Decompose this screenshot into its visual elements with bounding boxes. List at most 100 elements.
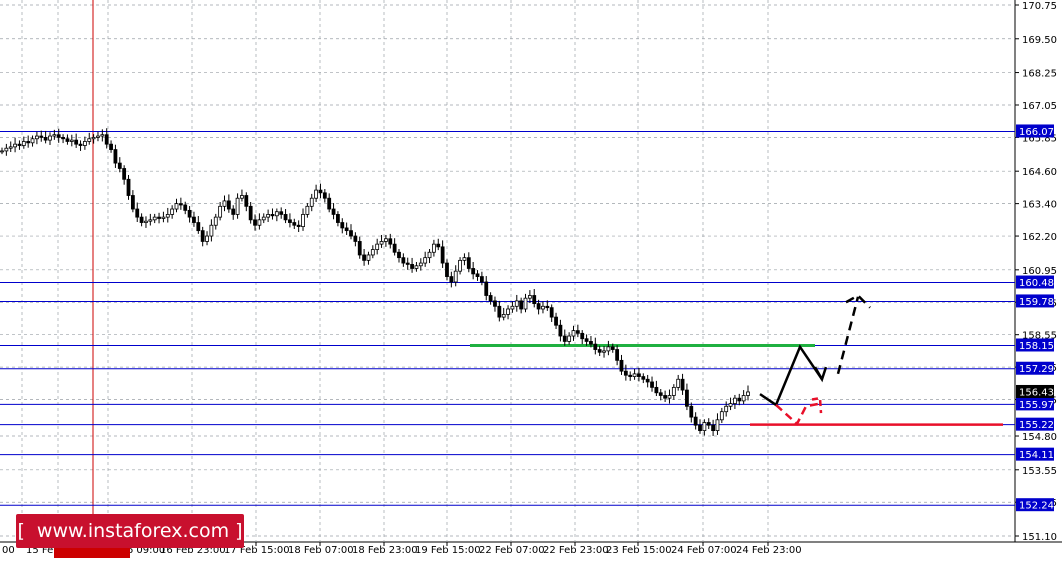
candle-bullish: [523, 297, 528, 310]
candle-bearish: [39, 135, 44, 138]
candle-bearish: [737, 397, 742, 402]
candle-bearish: [65, 138, 70, 142]
candle-bearish: [322, 192, 327, 199]
candle-bullish: [462, 257, 467, 261]
time-tick-label: 18 Feb 23:00: [352, 545, 418, 556]
candle-bearish: [698, 424, 702, 432]
candle-bullish: [218, 205, 223, 218]
price-axis: 170.75169.50168.25167.05165.85164.60163.…: [1015, 1, 1057, 543]
candle-bullish: [205, 235, 209, 242]
candle-bearish: [519, 300, 524, 310]
forecast-path-extension: [836, 296, 860, 375]
candle-bullish: [165, 214, 170, 218]
candle-bullish: [715, 419, 720, 432]
candle-bearish: [575, 330, 580, 334]
candle-bullish: [222, 200, 227, 207]
candle-bullish: [96, 135, 100, 138]
grid-lines: [0, 0, 1062, 543]
price-tick-label: 167.05: [1022, 101, 1057, 112]
candle-bullish: [702, 422, 707, 432]
candle-bullish: [0, 150, 4, 153]
candle-bearish: [248, 205, 253, 221]
candle-bearish: [711, 424, 715, 432]
candle-bearish: [401, 257, 406, 264]
candle-bullish: [69, 139, 74, 142]
candle-bearish: [157, 216, 161, 219]
candle-bearish: [545, 305, 550, 309]
candle-bullish: [170, 208, 175, 215]
candle-bullish: [567, 335, 572, 342]
candle-bearish: [122, 168, 127, 180]
candle-bearish: [109, 143, 113, 150]
candle-bearish: [104, 134, 109, 145]
candle-bullish: [741, 395, 746, 402]
candle-bearish: [493, 300, 497, 307]
candle-bearish: [318, 189, 323, 194]
time-tick-label: 22 Feb 07:00: [479, 545, 545, 556]
candle-bearish: [549, 307, 554, 318]
candle-bearish: [471, 268, 476, 275]
candle-bullish: [571, 330, 576, 337]
candle-bullish: [370, 249, 375, 256]
candle-bullish: [8, 146, 13, 149]
candle-bearish: [558, 324, 563, 337]
candle-bearish: [135, 208, 140, 218]
price-tick-label: 151.10: [1022, 532, 1057, 543]
candle-bullish: [453, 270, 458, 283]
candle-bullish: [148, 219, 153, 222]
price-tick-label: 170.75: [1022, 1, 1057, 12]
candle-bullish: [274, 211, 279, 217]
candle-bearish: [43, 137, 48, 141]
candle-bullish: [418, 262, 423, 267]
candle-bullish: [152, 216, 157, 221]
candle-bullish: [52, 134, 57, 137]
time-tick-label: 23 Feb 15:00: [606, 545, 672, 556]
candle-bearish: [78, 143, 83, 146]
instaforex-watermark[interactable]: [ www.instaforex.com ]: [16, 514, 244, 548]
candle-bearish: [650, 381, 654, 388]
candle-bullish: [375, 243, 380, 250]
level-badge-label: 159.78: [1019, 297, 1054, 308]
time-tick-label: 22 Feb 23:00: [543, 545, 609, 556]
candle-bullish: [606, 346, 611, 352]
candle-bullish: [4, 147, 9, 152]
level-badge-label: 160.48: [1019, 278, 1054, 289]
time-tick-label: 00: [2, 545, 15, 556]
candle-bearish: [183, 204, 188, 211]
candle-bearish: [296, 224, 301, 227]
candle-bullish: [174, 203, 179, 210]
candle-bearish: [226, 200, 231, 210]
candle-bullish: [384, 238, 388, 242]
level-badge-label: 155.22: [1019, 420, 1054, 431]
candle-bearish: [593, 343, 598, 350]
candle-bullish: [257, 219, 262, 226]
candle-bullish: [667, 395, 672, 399]
current-price-label: 156.43: [1019, 387, 1054, 398]
candle-bearish: [331, 208, 336, 215]
candle-bearish: [288, 219, 292, 223]
candle-bullish: [427, 251, 432, 259]
candle-bearish: [196, 222, 201, 232]
candle-bearish: [645, 378, 650, 383]
candle-bullish: [305, 205, 310, 215]
candle-bearish: [74, 139, 79, 145]
candle-bearish: [680, 378, 685, 391]
candle-bearish: [388, 238, 393, 245]
candle-bearish: [466, 257, 471, 269]
candle-bearish: [17, 143, 22, 146]
candle-bullish: [48, 135, 52, 141]
price-chart[interactable]: 170.75 169.50 168.25 167.05 165.85 164.60 163.…: [0, 0, 1062, 564]
level-badge-label: 166.07: [1019, 127, 1054, 138]
price-tick-label: 160.95: [1022, 266, 1057, 277]
forecast-path-primary: [759, 344, 824, 407]
candle-bearish: [475, 273, 480, 277]
candle-bullish: [431, 243, 436, 253]
candle-bearish: [327, 197, 332, 210]
candle-bearish: [637, 373, 641, 377]
candle-bearish: [26, 141, 31, 144]
chart-canvas[interactable]: 170.75169.50168.25167.05165.85164.60163.…: [0, 0, 1062, 564]
candle-bullish: [144, 220, 148, 223]
price-tick-label: 154.80: [1022, 432, 1057, 443]
candle-bearish: [56, 134, 61, 138]
candle-bullish: [235, 197, 240, 215]
